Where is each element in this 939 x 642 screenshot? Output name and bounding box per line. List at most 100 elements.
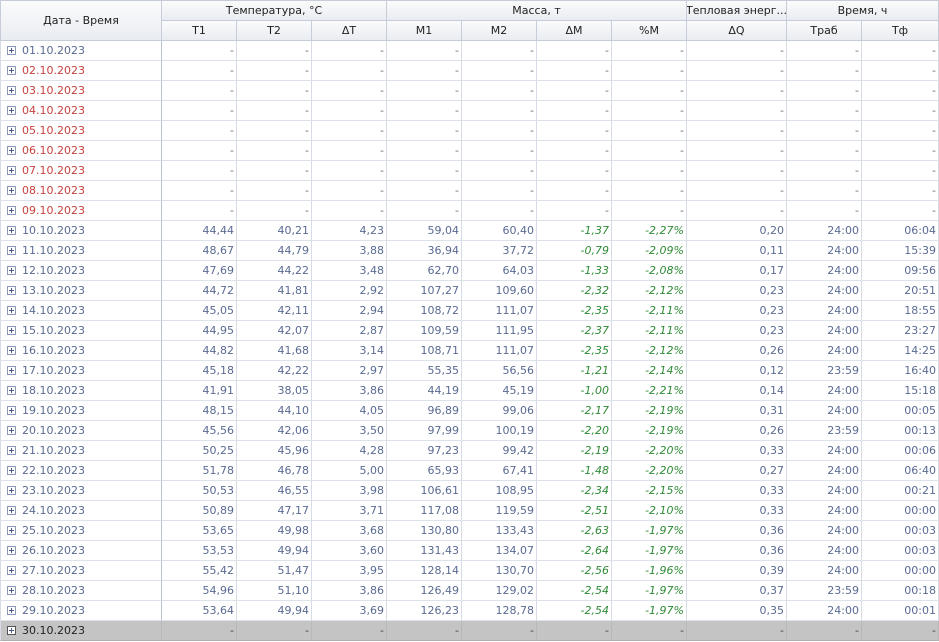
table-row[interactable]: 06.10.2023- - - - - - - - - - [0, 141, 939, 161]
expand-plus-icon[interactable] [7, 246, 16, 255]
header-group-mass[interactable]: Масса, т [387, 0, 687, 21]
expand-plus-icon[interactable] [7, 606, 16, 615]
expand-plus-icon[interactable] [7, 526, 16, 535]
table-row[interactable]: 20.10.2023 45,56 42,06 3,50 97,99 100,19 -2,20… [0, 421, 939, 441]
date-cell[interactable]: 08.10.2023 [0, 181, 162, 201]
date-cell[interactable]: 07.10.2023 [0, 161, 162, 181]
table-row[interactable]: 10.10.2023 44,44 40,21 4,23 59,04 60,40 -1,37-… [0, 221, 939, 241]
expand-plus-icon[interactable] [7, 126, 16, 135]
table-row[interactable]: 02.10.2023- - - - - - - - - - [0, 61, 939, 81]
header-col-delta-m[interactable]: ΔM [537, 21, 612, 41]
expand-plus-icon[interactable] [7, 366, 16, 375]
header-col-t-work[interactable]: Tраб [787, 21, 862, 41]
date-cell[interactable]: 20.10.2023 [0, 421, 162, 441]
table-row[interactable]: 08.10.2023- - - - - - - - - - [0, 181, 939, 201]
date-cell[interactable]: 05.10.2023 [0, 121, 162, 141]
date-cell[interactable]: 11.10.2023 [0, 241, 162, 261]
table-row[interactable]: 25.10.2023 53,65 49,98 3,68 130,80 133,43 -2,6… [0, 521, 939, 541]
header-col-delta-q[interactable]: ΔQ [687, 21, 787, 41]
expand-plus-icon[interactable] [7, 446, 16, 455]
expand-plus-icon[interactable] [7, 266, 16, 275]
expand-plus-icon[interactable] [7, 386, 16, 395]
table-row[interactable]: 01.10.2023- - - - - - - - - - [0, 41, 939, 61]
table-row[interactable]: 24.10.2023 50,89 47,17 3,71 117,08 119,59 -2,5… [0, 501, 939, 521]
header-group-time[interactable]: Время, ч [787, 0, 939, 21]
table-row[interactable]: 03.10.2023- - - - - - - - - - [0, 81, 939, 101]
date-cell[interactable]: 29.10.2023 [0, 601, 162, 621]
date-cell[interactable]: 15.10.2023 [0, 321, 162, 341]
table-row[interactable]: 27.10.2023 55,42 51,47 3,95 128,14 130,70 -2,5… [0, 561, 939, 581]
date-cell[interactable]: 16.10.2023 [0, 341, 162, 361]
header-col-t1[interactable]: T1 [162, 21, 237, 41]
header-date-time[interactable]: Дата - Время [0, 0, 162, 41]
table-row[interactable]: 22.10.2023 51,78 46,78 5,00 65,93 67,41 -1,48-… [0, 461, 939, 481]
expand-plus-icon[interactable] [7, 506, 16, 515]
date-cell[interactable]: 23.10.2023 [0, 481, 162, 501]
expand-plus-icon[interactable] [7, 406, 16, 415]
expand-plus-icon[interactable] [7, 466, 16, 475]
date-cell[interactable]: 06.10.2023 [0, 141, 162, 161]
table-row[interactable]: 29.10.2023 53,64 49,94 3,69 126,23 128,78 -2,5… [0, 601, 939, 621]
date-cell[interactable]: 27.10.2023 [0, 561, 162, 581]
expand-plus-icon[interactable] [7, 546, 16, 555]
expand-plus-icon[interactable] [7, 206, 16, 215]
date-cell[interactable]: 01.10.2023 [0, 41, 162, 61]
date-cell[interactable]: 18.10.2023 [0, 381, 162, 401]
table-row[interactable]: 23.10.2023 50,53 46,55 3,98 106,61 108,95 -2,3… [0, 481, 939, 501]
date-cell[interactable]: 12.10.2023 [0, 261, 162, 281]
table-row[interactable]: 12.10.2023 47,69 44,22 3,48 62,70 64,03 -1,33-… [0, 261, 939, 281]
date-cell[interactable]: 28.10.2023 [0, 581, 162, 601]
table-row[interactable]: 14.10.2023 45,05 42,11 2,94 108,72 111,07 -2,3… [0, 301, 939, 321]
expand-plus-icon[interactable] [7, 626, 16, 635]
header-col-m2[interactable]: M2 [462, 21, 537, 41]
date-cell[interactable]: 13.10.2023 [0, 281, 162, 301]
expand-plus-icon[interactable] [7, 166, 16, 175]
header-col-delta-t[interactable]: ΔT [312, 21, 387, 41]
date-cell[interactable]: 04.10.2023 [0, 101, 162, 121]
table-row[interactable]: 26.10.2023 53,53 49,94 3,60 131,43 134,07 -2,6… [0, 541, 939, 561]
table-row[interactable]: 18.10.2023 41,91 38,05 3,86 44,19 45,19 -1,00-… [0, 381, 939, 401]
table-row[interactable]: 30.10.2023- - - - - - - - - - [0, 621, 939, 641]
date-cell[interactable]: 24.10.2023 [0, 501, 162, 521]
expand-plus-icon[interactable] [7, 346, 16, 355]
header-group-temperature[interactable]: Температура, °C [162, 0, 387, 21]
date-cell[interactable]: 10.10.2023 [0, 221, 162, 241]
expand-plus-icon[interactable] [7, 186, 16, 195]
date-cell[interactable]: 09.10.2023 [0, 201, 162, 221]
header-col-m1[interactable]: M1 [387, 21, 462, 41]
date-cell[interactable]: 30.10.2023 [0, 621, 162, 641]
table-row[interactable]: 09.10.2023- - - - - - - - - - [0, 201, 939, 221]
table-row[interactable]: 15.10.2023 44,95 42,07 2,87 109,59 111,95 -2,3… [0, 321, 939, 341]
expand-plus-icon[interactable] [7, 426, 16, 435]
header-group-heat-energy[interactable]: Тепловая энерг... [687, 0, 787, 21]
table-row[interactable]: 19.10.2023 48,15 44,10 4,05 96,89 99,06 -2,17-… [0, 401, 939, 421]
expand-plus-icon[interactable] [7, 286, 16, 295]
date-cell[interactable]: 26.10.2023 [0, 541, 162, 561]
expand-plus-icon[interactable] [7, 46, 16, 55]
expand-plus-icon[interactable] [7, 306, 16, 315]
table-row[interactable]: 05.10.2023- - - - - - - - - - [0, 121, 939, 141]
header-col-t2[interactable]: T2 [237, 21, 312, 41]
expand-plus-icon[interactable] [7, 486, 16, 495]
table-row[interactable]: 07.10.2023- - - - - - - - - - [0, 161, 939, 181]
table-row[interactable]: 13.10.2023 44,72 41,81 2,92 107,27 109,60 -2,3… [0, 281, 939, 301]
table-row[interactable]: 16.10.2023 44,82 41,68 3,14 108,71 111,07 -2,3… [0, 341, 939, 361]
date-cell[interactable]: 19.10.2023 [0, 401, 162, 421]
table-row[interactable]: 28.10.2023 54,96 51,10 3,86 126,49 129,02 -2,5… [0, 581, 939, 601]
expand-plus-icon[interactable] [7, 86, 16, 95]
header-col-percent-m[interactable]: %M [612, 21, 687, 41]
expand-plus-icon[interactable] [7, 146, 16, 155]
date-cell[interactable]: 17.10.2023 [0, 361, 162, 381]
expand-plus-icon[interactable] [7, 566, 16, 575]
date-cell[interactable]: 21.10.2023 [0, 441, 162, 461]
date-cell[interactable]: 22.10.2023 [0, 461, 162, 481]
expand-plus-icon[interactable] [7, 586, 16, 595]
date-cell[interactable]: 14.10.2023 [0, 301, 162, 321]
expand-plus-icon[interactable] [7, 326, 16, 335]
table-row[interactable]: 04.10.2023- - - - - - - - - - [0, 101, 939, 121]
date-cell[interactable]: 25.10.2023 [0, 521, 162, 541]
date-cell[interactable]: 02.10.2023 [0, 61, 162, 81]
expand-plus-icon[interactable] [7, 66, 16, 75]
table-row[interactable]: 17.10.2023 45,18 42,22 2,97 55,35 56,56 -1,21-… [0, 361, 939, 381]
date-cell[interactable]: 03.10.2023 [0, 81, 162, 101]
